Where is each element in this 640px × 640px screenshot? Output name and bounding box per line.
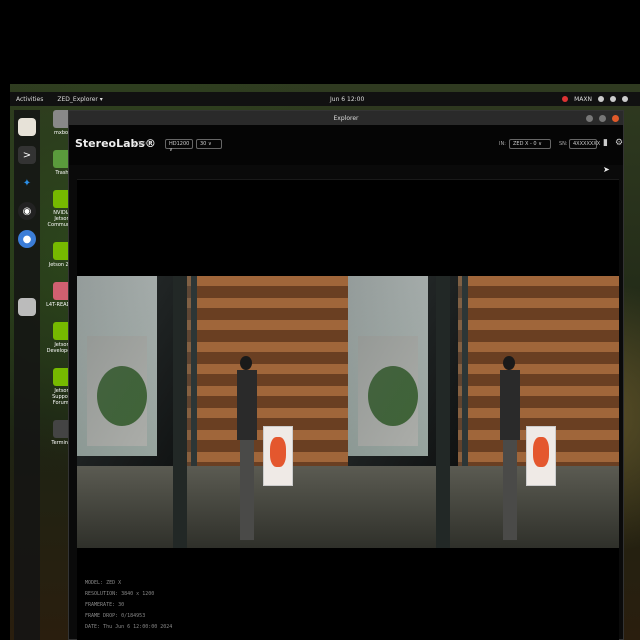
explorer-toolbar: StereoLabs® 1.3.0 HD1200 ∨ 30 ∨ IN: ZED … [69,125,624,174]
pillar [436,276,450,548]
files-icon[interactable] [18,118,36,136]
system-tray[interactable]: MAXN [562,96,628,103]
explorer-window: Explorer StereoLabs® 1.3.0 HD1200 ∨ 30 ∨… [68,110,624,640]
mouse-cursor-icon: ➤ [603,165,610,174]
person [237,356,257,544]
info-framerate: FRAMERATE: 30 [85,602,125,608]
right-camera-view [348,276,619,548]
left-camera-view [77,276,348,548]
person-head [240,356,252,370]
floor [77,466,348,548]
bag-print [533,437,549,467]
person-torso [500,370,520,440]
network-icon[interactable] [598,96,604,102]
floor [348,466,619,548]
serial-label: SN: [559,141,568,147]
photo-stage: Activities ZED_Explorer ▾ Jun 6 12:00 MA… [0,0,640,640]
vscode-icon[interactable]: ✦ [18,174,36,192]
window-title: Explorer [333,114,359,122]
nvidia-status-icon[interactable] [562,96,569,102]
input-label: IN: [499,141,506,147]
person-head [503,356,515,370]
settings-gear-icon[interactable]: ⚙ [615,138,624,149]
activities-button[interactable]: Activities [16,96,43,103]
clock[interactable]: Jun 6 12:00 [330,96,364,103]
terminal-icon[interactable]: > [18,146,36,164]
info-frame-drop: FRAME DROP: 0/184953 [85,613,146,619]
top-bar: Activities ZED_Explorer ▾ Jun 6 12:00 MA… [10,92,640,106]
info-date: DATE: Thu Jun 6 12:00:00 2024 [85,624,173,630]
person-legs [240,440,254,540]
fps-select[interactable]: 30 ∨ [196,139,222,149]
stereo-video [77,276,619,548]
window-titlebar[interactable]: Explorer [69,111,623,125]
app-menu[interactable]: ZED_Explorer ▾ [57,96,102,103]
chromium-icon[interactable]: ● [18,230,36,248]
drive-icon[interactable] [18,298,36,316]
volume-icon[interactable] [610,96,616,102]
serial-number-field[interactable]: 4XXXXXXX [569,139,600,149]
window-controls [586,114,619,122]
power-mode-label[interactable]: MAXN [574,96,592,103]
resolution-select[interactable]: HD1200 ∨ [165,139,193,153]
close-icon[interactable] [612,114,619,122]
video-viewer: MODEL: ZED X RESOLUTION: 3840 x 1200 FRA… [77,179,619,640]
shopping-bag [526,426,556,486]
info-resolution: RESOLUTION: 3840 x 1200 [85,591,155,597]
person [500,356,520,544]
camera-info-panel: MODEL: ZED X RESOLUTION: 3840 x 1200 FRA… [85,578,172,633]
shopping-bag [263,426,293,486]
camera-select[interactable]: ZED X - 0 ∨ [509,139,551,149]
monitor-screen: Activities ZED_Explorer ▾ Jun 6 12:00 MA… [10,84,640,640]
power-icon[interactable] [622,96,628,102]
info-model: MODEL: ZED X [85,580,122,586]
maximize-icon[interactable] [599,114,606,122]
bag-print [270,437,286,467]
person-legs [503,440,517,540]
record-icon[interactable]: ▮ [603,138,612,149]
minimize-icon[interactable] [586,114,593,122]
person-torso [237,370,257,440]
dock: > ✦ ◉ ● [14,110,40,640]
obs-icon[interactable]: ◉ [18,202,36,220]
version-label: 1.3.0 [133,141,146,147]
pillar [173,276,187,548]
